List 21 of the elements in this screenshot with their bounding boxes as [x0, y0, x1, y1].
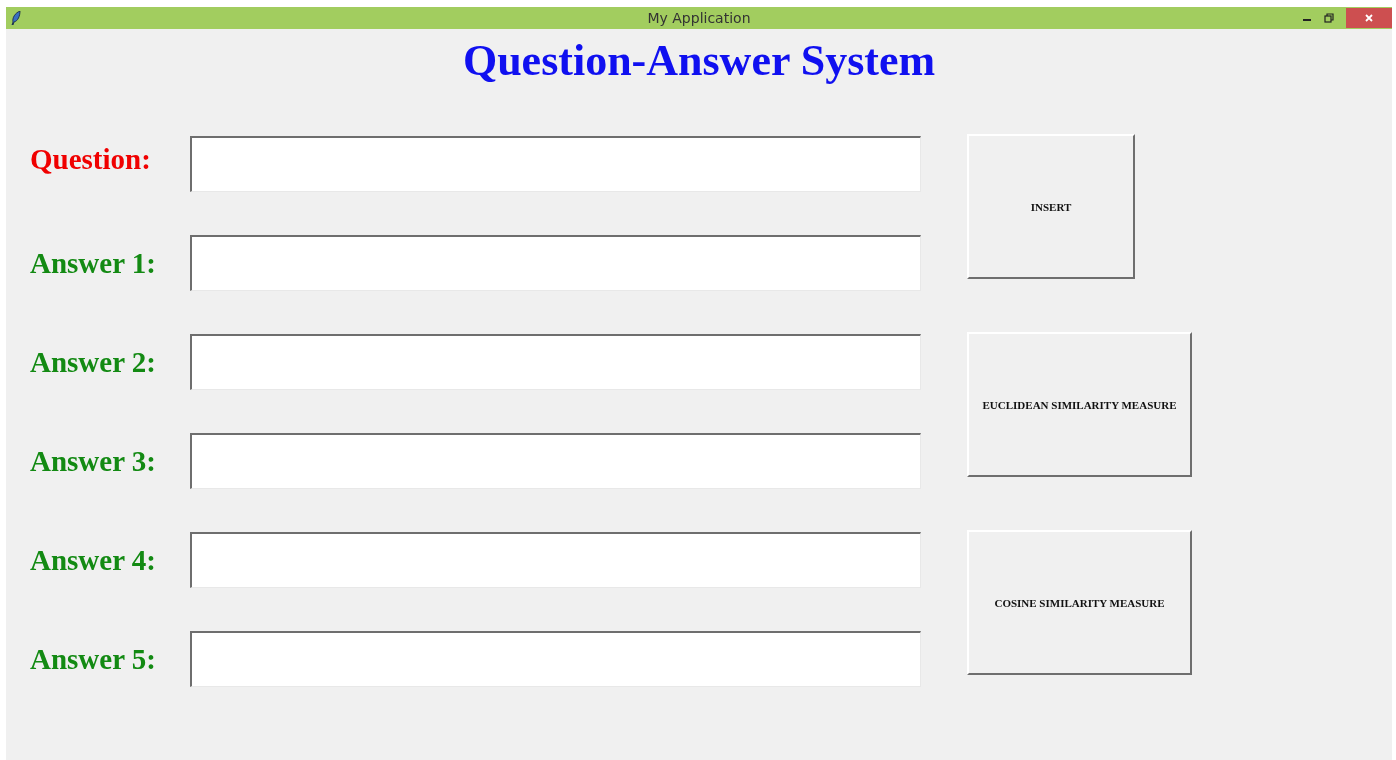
field-label: Answer 4:: [30, 543, 157, 577]
field-label: Answer 5:: [30, 642, 157, 676]
app-heading: Question-Answer System: [461, 35, 937, 87]
input-field[interactable]: [190, 433, 921, 489]
field-label: Question:: [30, 142, 152, 176]
action-button[interactable]: EUCLIDEAN SIMILARITY MEASURE: [967, 332, 1192, 477]
input-field[interactable]: [190, 334, 921, 390]
field-label: Answer 3:: [30, 444, 157, 478]
field-label: Answer 2:: [30, 345, 157, 379]
restore-icon[interactable]: [1324, 13, 1334, 23]
input-field[interactable]: [190, 136, 921, 192]
action-button[interactable]: INSERT: [967, 134, 1135, 279]
window-title: My Application: [647, 10, 751, 26]
input-field[interactable]: [190, 631, 921, 687]
feather-icon: [11, 11, 21, 25]
field-label: Answer 1:: [30, 246, 157, 280]
input-field[interactable]: [190, 235, 921, 291]
close-button[interactable]: [1346, 8, 1392, 28]
close-icon: [1364, 13, 1374, 23]
input-field[interactable]: [190, 532, 921, 588]
action-button[interactable]: COSINE SIMILARITY MEASURE: [967, 530, 1192, 675]
